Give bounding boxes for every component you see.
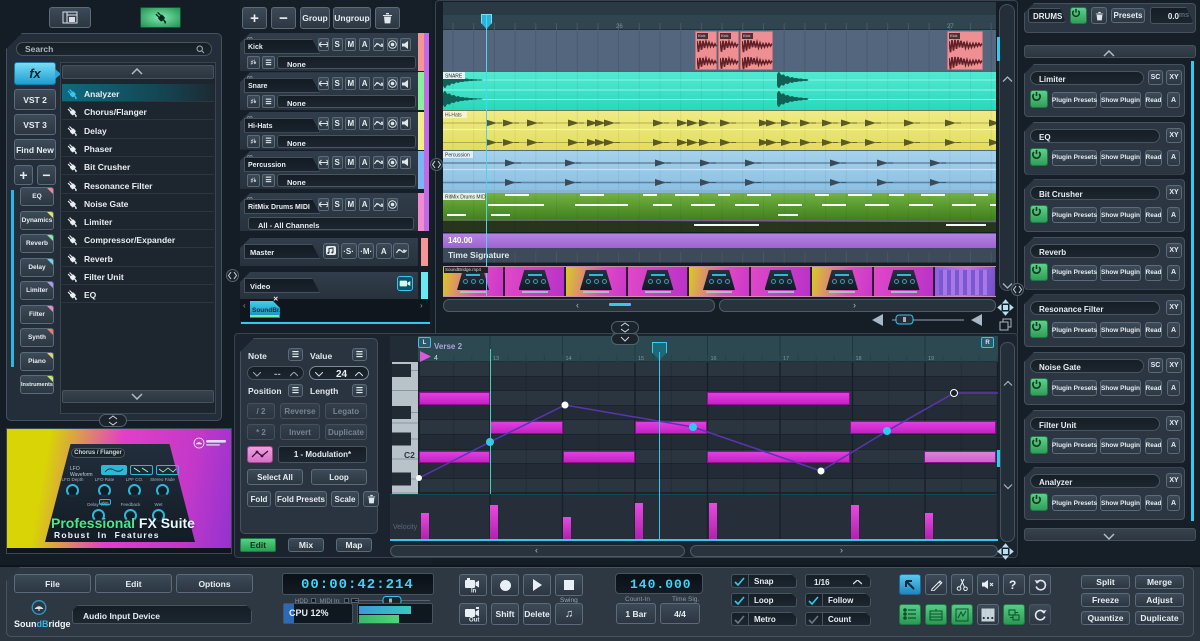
svg-text:Out: Out — [469, 618, 479, 623]
svg-text:?: ? — [1009, 578, 1016, 592]
svg-text:RitMix Drums MIDI: RitMix Drums MIDI — [445, 195, 487, 201]
svg-text:4: 4 — [434, 355, 438, 362]
svg-text:Verse 2: Verse 2 — [434, 342, 463, 351]
svg-text:Hi-Hats: Hi-Hats — [445, 113, 462, 119]
svg-text:Percussion: Percussion — [445, 153, 470, 159]
svg-text:In: In — [471, 589, 477, 594]
svg-text:SNARE: SNARE — [445, 74, 463, 80]
